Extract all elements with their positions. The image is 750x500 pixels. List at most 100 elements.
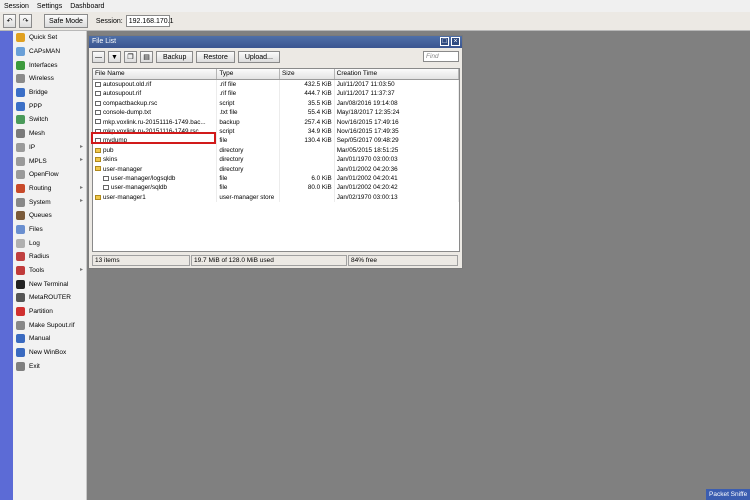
window-titlebar[interactable]: File List □ × <box>89 36 462 48</box>
safe-mode-button[interactable]: Safe Mode <box>44 14 88 28</box>
table-row[interactable]: skins directory Jan/01/1970 03:00:03 <box>93 155 459 165</box>
table-row[interactable]: user-manager directory Jan/01/2002 04:20:3… <box>93 164 459 174</box>
maximize-icon[interactable]: □ <box>440 37 449 46</box>
mpls-icon <box>16 156 25 166</box>
sidebar-item-mesh[interactable]: Mesh <box>13 127 86 141</box>
sidebar-item-ppp[interactable]: PPP <box>13 99 86 113</box>
openflow-icon <box>16 170 25 180</box>
menu-settings[interactable]: Settings <box>33 3 66 10</box>
tools-icon <box>16 266 25 276</box>
sidebar-item-quick-set[interactable]: Quick Set <box>13 31 86 45</box>
queues-icon <box>16 211 25 221</box>
capsman-icon <box>16 47 25 57</box>
sidebar-item-label: Wireless <box>29 75 54 83</box>
partition-icon <box>16 307 25 317</box>
new-terminal-icon <box>16 279 25 289</box>
file-icon <box>95 119 101 125</box>
cell-size: 130.4 KiB <box>280 136 335 146</box>
backup-button[interactable]: Backup <box>156 51 194 63</box>
cell-type: directory <box>217 155 280 165</box>
sidebar-item-label: Manual <box>29 335 51 343</box>
cell-creation-time: Mar/05/2015 18:51:25 <box>335 145 459 156</box>
sidebar-item-bridge[interactable]: Bridge <box>13 86 86 100</box>
file-table: File Name Type Size Creation Time autosu… <box>92 68 460 252</box>
sidebar-item-queues[interactable]: Queues <box>13 209 86 223</box>
file-name-text: user-manager <box>103 165 143 173</box>
table-row[interactable]: user-manager/logsqldb file 6.0 KiB Jan/01/2… <box>93 173 459 184</box>
col-file-name[interactable]: File Name <box>93 69 218 79</box>
sidebar-item-files[interactable]: Files <box>13 223 86 237</box>
menu-bar: Session Settings Dashboard <box>0 0 750 12</box>
restore-button[interactable]: Restore <box>196 51 235 63</box>
sidebar-item-metarouter[interactable]: MetaROUTER <box>13 291 86 305</box>
sidebar-item-label: New WinBox <box>29 349 67 357</box>
sidebar-item-switch[interactable]: Switch <box>13 113 86 127</box>
table-row[interactable]: user-manager/sqldb file 80.0 KiB Jan/01/200… <box>93 183 459 193</box>
minus-icon[interactable]: — <box>92 51 105 63</box>
sidebar-item-system[interactable]: System ▸ <box>13 195 86 209</box>
sidebar-item-label: OpenFlow <box>29 171 59 179</box>
cell-file-name: user-manager1 <box>93 192 218 203</box>
metarouter-icon <box>16 293 25 303</box>
cell-type: file <box>217 183 280 193</box>
toolbar: ↶ ↷ Safe Mode Session: 192.168.170.1 <box>0 12 750 31</box>
table-row[interactable]: user-manager1 user-manager store Jan/02/19… <box>93 192 459 203</box>
table-row[interactable]: pub directory Mar/05/2015 18:51:25 <box>93 145 459 156</box>
table-row[interactable]: compactbackup.rsc script 35.5 KiB Jan/08/20… <box>93 98 459 109</box>
col-type[interactable]: Type <box>217 69 280 79</box>
sidebar-item-wireless[interactable]: Wireless <box>13 72 86 86</box>
sidebar-item-ip[interactable]: IP ▸ <box>13 141 86 155</box>
close-icon[interactable]: × <box>451 37 460 46</box>
sidebar-item-partition[interactable]: Partition <box>13 305 86 319</box>
table-header: File Name Type Size Creation Time <box>93 69 459 80</box>
undo-icon[interactable]: ↶ <box>3 14 16 28</box>
status-item-count: 13 items <box>92 255 190 266</box>
packet-sniffer-tab[interactable]: Packet Sniffe <box>706 489 750 500</box>
sidebar-item-label: New Terminal <box>29 280 69 288</box>
table-row[interactable]: autosupout.old.rif .rif file 432.5 KiB Jul/… <box>93 80 459 90</box>
cell-size <box>280 192 335 203</box>
file-name-text: autosupout.old.rif <box>103 81 152 88</box>
col-size[interactable]: Size <box>280 69 335 79</box>
sidebar-item-capsman[interactable]: CAPsMAN <box>13 45 86 59</box>
cell-size <box>280 164 335 174</box>
highlight-box <box>91 132 216 144</box>
sidebar-item-make-supout-rif[interactable]: Make Supout.rif <box>13 318 86 332</box>
sidebar-item-new-winbox[interactable]: New WinBox <box>13 346 86 360</box>
sidebar-item-label: Files <box>29 225 43 233</box>
col-creation-time[interactable]: Creation Time <box>335 69 459 79</box>
filter-icon[interactable]: ▼ <box>108 51 121 63</box>
sidebar-item-manual[interactable]: Manual <box>13 332 86 346</box>
sidebar-item-exit[interactable]: Exit <box>13 360 86 374</box>
upload-button[interactable]: Upload... <box>237 51 280 63</box>
sidebar-item-label: MetaROUTER <box>29 294 71 302</box>
sidebar-item-interfaces[interactable]: Interfaces <box>13 58 86 72</box>
file-icon <box>95 110 101 115</box>
sidebar-item-openflow[interactable]: OpenFlow <box>13 168 86 182</box>
paste-icon[interactable]: ▤ <box>140 51 153 63</box>
window-toolbar: — ▼ ❐ ▤ Backup Restore Upload... Find <box>89 48 462 66</box>
cell-creation-time: Jan/01/1970 03:00:03 <box>335 155 459 165</box>
folder-icon <box>95 147 101 153</box>
cell-creation-time: Jan/01/2002 04:20:42 <box>335 183 459 193</box>
cell-file-name: mkp.voxlink.ru-20151116-1749.bac... <box>93 117 218 127</box>
sidebar-band <box>0 31 13 500</box>
menu-dashboard[interactable]: Dashboard <box>66 3 108 10</box>
menu-session[interactable]: Session <box>0 3 33 10</box>
sidebar-item-log[interactable]: Log <box>13 236 86 250</box>
file-icon <box>95 100 101 106</box>
session-field[interactable]: 192.168.170.1 <box>125 15 173 27</box>
sidebar-item-radius[interactable]: Radius <box>13 250 86 264</box>
table-row[interactable]: mkp.voxlink.ru-20151116-1749.bac... backu… <box>93 117 459 127</box>
table-row[interactable]: autosupout.rif .rif file 444.7 KiB Jul/11/2… <box>93 89 459 99</box>
redo-icon[interactable]: ↷ <box>19 14 32 28</box>
sidebar-item-new-terminal[interactable]: New Terminal <box>13 277 86 291</box>
sidebar-item-label: IP <box>29 143 36 151</box>
find-input[interactable]: Find <box>423 51 459 62</box>
radius-icon <box>16 252 25 262</box>
sidebar-item-routing[interactable]: Routing ▸ <box>13 182 86 196</box>
sidebar-item-mpls[interactable]: MPLS ▸ <box>13 154 86 168</box>
copy-icon[interactable]: ❐ <box>124 51 137 63</box>
sidebar-item-tools[interactable]: Tools ▸ <box>13 264 86 278</box>
table-row[interactable]: console-dump.txt .txt file 55.4 KiB May/18/… <box>93 108 459 118</box>
